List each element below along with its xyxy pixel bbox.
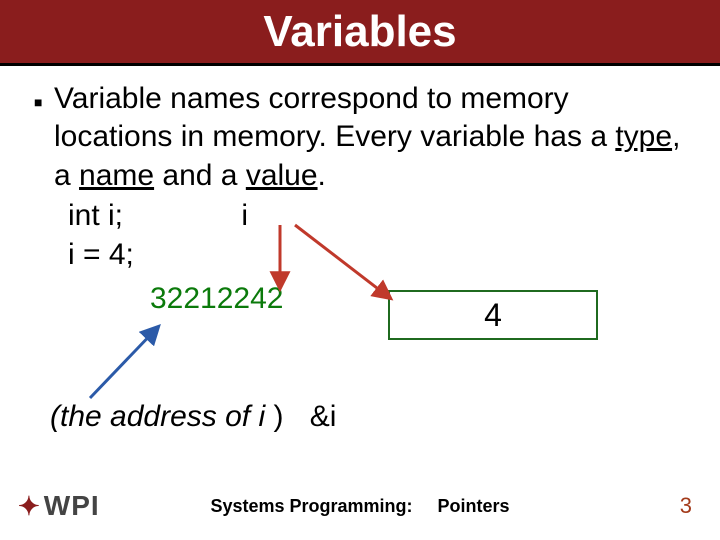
title-band: Variables	[0, 0, 720, 66]
paragraph: Variable names correspond to memory loca…	[54, 80, 686, 318]
slide-title: Variables	[263, 7, 456, 57]
caption-close: )	[273, 400, 283, 433]
para-text-1: Variable names correspond to memory loca…	[54, 82, 615, 153]
content-area: ■ Variable names correspond to memory lo…	[0, 66, 720, 318]
caption-amp-i: &i	[310, 400, 337, 433]
word-value: value	[246, 159, 318, 192]
footer-topic: Pointers	[438, 496, 510, 516]
code-decl: int i;	[68, 199, 123, 232]
bullet-row: ■ Variable names correspond to memory lo…	[34, 80, 686, 318]
word-name: name	[79, 159, 154, 192]
bullet-icon: ■	[34, 94, 44, 318]
para-text-3: and a	[154, 159, 246, 192]
arrow-address-icon	[90, 327, 158, 398]
box-value: 4	[484, 297, 502, 334]
para-text-4: .	[318, 159, 326, 192]
caption-italic: (the address of i	[50, 400, 273, 433]
footer: ✦ WPI Systems Programming: Pointers 3	[0, 490, 720, 522]
footer-center: Systems Programming: Pointers	[0, 496, 720, 517]
label-i: i	[241, 197, 248, 235]
value-box: 4	[388, 290, 598, 340]
address-caption: (the address of i ) &i	[50, 400, 336, 434]
word-type: type	[615, 120, 672, 153]
footer-course: Systems Programming:	[210, 496, 412, 516]
code-assign: i = 4;	[68, 236, 686, 274]
page-number: 3	[680, 493, 692, 519]
code-decl-line: int i; i	[68, 197, 686, 235]
